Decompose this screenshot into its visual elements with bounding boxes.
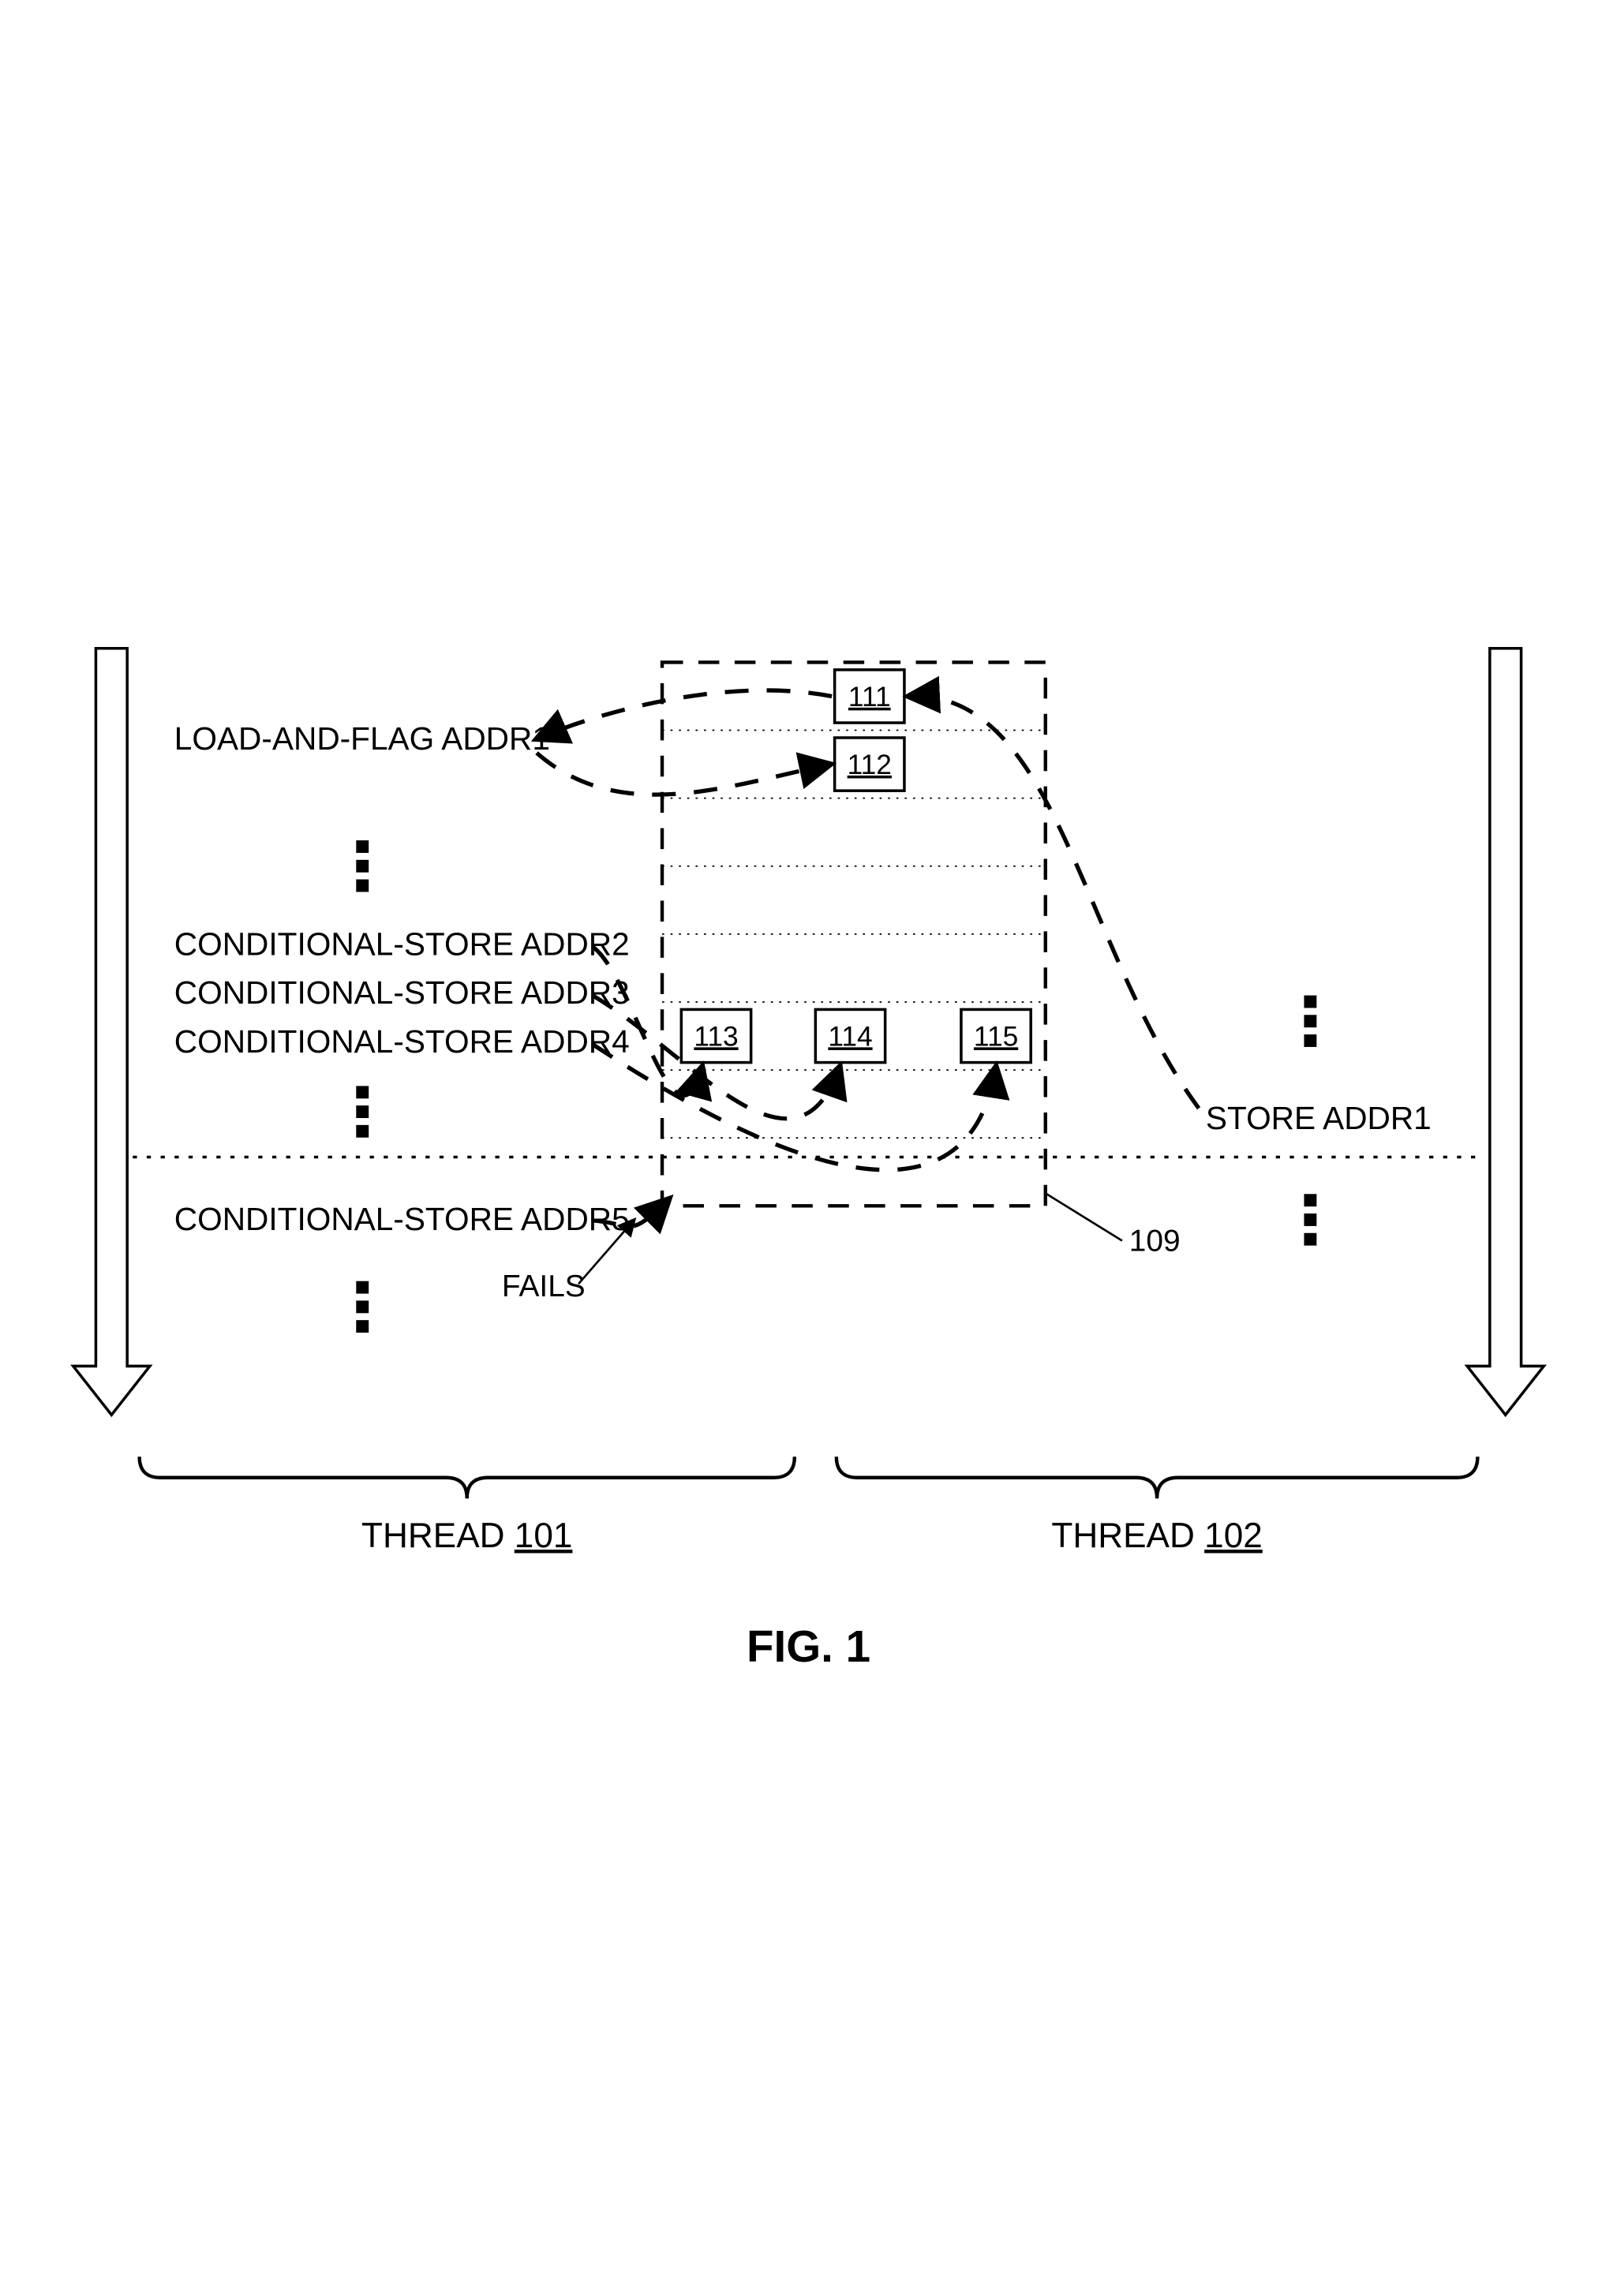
thread1-instruction-3: CONDITIONAL-STORE ADDR4 [174, 1023, 630, 1060]
ellipsis-dot [356, 840, 369, 853]
ellipsis-dot [1304, 1233, 1316, 1246]
thread2-instruction-0: STORE ADDR1 [1206, 1100, 1432, 1136]
cache-cell-ref-114: 114 [828, 1021, 872, 1052]
fails-label: FAILS [502, 1270, 586, 1303]
ellipsis-dot [356, 1300, 369, 1313]
thread1-instruction-4: CONDITIONAL-STORE ADDR5 [174, 1201, 630, 1237]
thread1-label: THREAD 101 [361, 1516, 572, 1555]
ellipsis-dot [1304, 1213, 1316, 1226]
ellipsis-dot [1304, 1194, 1316, 1206]
cache-cell-ref-112: 112 [848, 750, 892, 780]
ellipsis-dot [356, 1105, 369, 1118]
ellipsis-dot [1304, 1034, 1316, 1047]
arrow-loadflag-to-112 [537, 753, 830, 795]
ellipsis-dot [356, 880, 369, 892]
arrow-storeaddr1-to-111 [908, 696, 1199, 1108]
ellipsis-dot [356, 860, 369, 873]
cache-cell-ref-113: 113 [694, 1021, 738, 1052]
thread1-instruction-0: LOAD-AND-FLAG ADDR1 [174, 720, 550, 757]
ellipsis-dot [356, 1125, 369, 1138]
cache-cell-ref-115: 115 [974, 1021, 1018, 1052]
arrow-addr4-to-115 [593, 1044, 996, 1169]
thread2-brace [837, 1457, 1478, 1498]
cache-box-ref: 109 [1129, 1225, 1181, 1258]
ellipsis-dot [1304, 996, 1316, 1008]
thread2-label: THREAD 102 [1051, 1516, 1262, 1555]
diagram-svg: LOAD-AND-FLAG ADDR1 CONDITIONAL-STORE ADD… [0, 0, 1617, 2296]
ellipsis-dot [356, 1281, 369, 1294]
ellipsis-dot [1304, 1015, 1316, 1027]
ellipsis-dot [356, 1086, 369, 1098]
cache-box-leader [1046, 1193, 1122, 1240]
cache-cell-ref-111: 111 [848, 682, 891, 712]
thread1-instruction-2: CONDITIONAL-STORE ADDR3 [174, 974, 630, 1011]
thread1-instruction-1: CONDITIONAL-STORE ADDR2 [174, 926, 630, 962]
time-arrow [1467, 649, 1544, 1415]
thread1-brace [140, 1457, 795, 1498]
figure-label: FIG. 1 [747, 1621, 870, 1671]
time-arrow [73, 649, 150, 1415]
arrow-111-to-loadflag [537, 690, 832, 739]
ellipsis-dot [356, 1320, 369, 1333]
